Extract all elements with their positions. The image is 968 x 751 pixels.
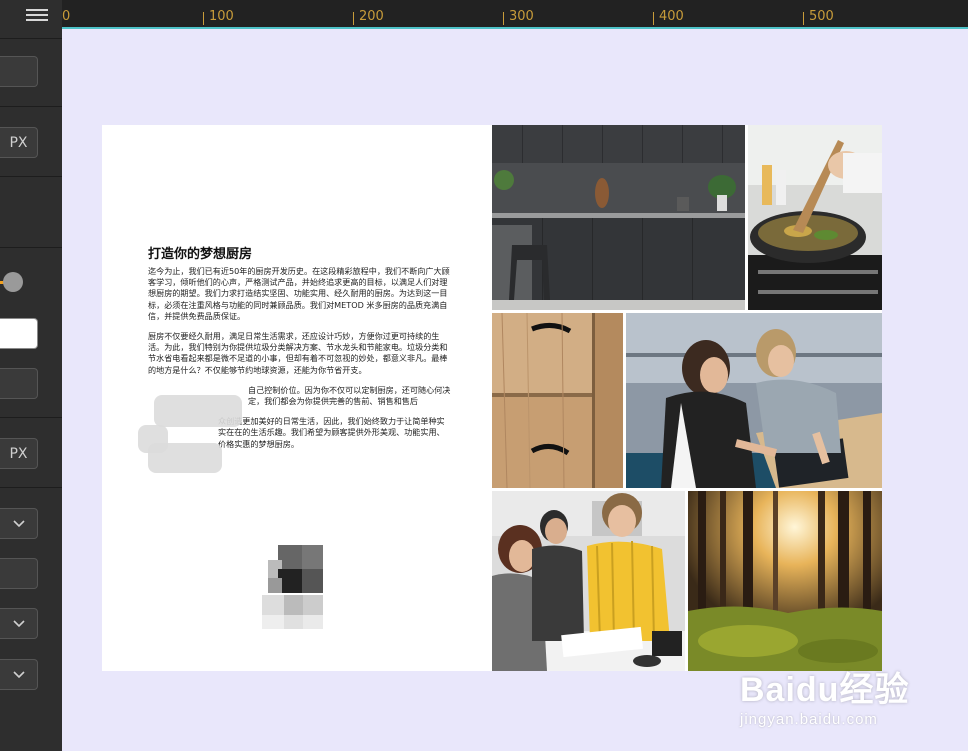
dropdown-2[interactable] xyxy=(0,608,38,639)
ruler-label: 200 xyxy=(359,9,384,24)
ruler-label: 300 xyxy=(509,9,534,24)
watermark-url: jingyan.baidu.com xyxy=(740,711,878,728)
unit-label: PX xyxy=(9,134,28,151)
redaction-blur xyxy=(154,395,242,427)
tool-sidebar: PX PX xyxy=(0,0,62,751)
dark-kitchen-photo[interactable] xyxy=(492,125,745,310)
paragraph: 迄今为止，我们已有近50年的厨房开发历史。在这段精彩旅程中，我们不断向广大顾客学… xyxy=(148,266,450,321)
two-women-tablet-photo[interactable] xyxy=(626,313,882,488)
watermark-brand: Baidu经验 xyxy=(740,671,910,709)
document-title: 打造你的梦想厨房 xyxy=(148,247,253,262)
ruler-tick xyxy=(353,12,354,25)
chevron-down-icon xyxy=(12,519,25,527)
redaction-blur xyxy=(148,443,222,473)
divider xyxy=(0,417,62,418)
wood-drawers-photo[interactable] xyxy=(492,313,623,488)
divider xyxy=(0,38,62,39)
ruler-label: 0 xyxy=(62,9,71,24)
chevron-down-icon xyxy=(12,670,25,678)
hamburger-menu-icon[interactable] xyxy=(26,6,48,24)
dropdown-3[interactable] xyxy=(0,659,38,690)
ruler-tick xyxy=(653,12,654,25)
store-consultation-photo[interactable] xyxy=(492,491,685,671)
divider xyxy=(0,487,62,488)
sunlit-forest-photo[interactable] xyxy=(688,491,882,671)
canvas-page[interactable]: 打造你的梦想厨房 迄今为止，我们已有近50年的厨房开发历史。在这段精彩旅程中，我… xyxy=(102,125,882,671)
option-input[interactable] xyxy=(0,368,38,399)
divider xyxy=(0,106,62,107)
ruler-label: 500 xyxy=(809,9,834,24)
slider-handle[interactable] xyxy=(3,272,23,292)
value-input[interactable] xyxy=(0,318,38,349)
baidu-watermark: Baidu经验 jingyan.baidu.com xyxy=(740,662,909,728)
dropdown-1[interactable] xyxy=(0,508,38,539)
ruler-tick xyxy=(203,12,204,25)
unit-select-top[interactable]: PX xyxy=(0,127,38,158)
chevron-down-icon xyxy=(12,619,25,627)
input-field[interactable] xyxy=(0,558,38,589)
ruler-label: 100 xyxy=(209,9,234,24)
ruler-label: 400 xyxy=(659,9,684,24)
ruler-tick xyxy=(803,12,804,25)
unit-label: PX xyxy=(9,445,28,462)
unit-select-bottom[interactable]: PX xyxy=(0,438,38,469)
horizontal-ruler[interactable]: 0 100 200 300 400 500 xyxy=(62,0,968,29)
width-input[interactable] xyxy=(0,56,38,87)
divider xyxy=(0,176,62,177)
ruler-tick xyxy=(503,12,504,25)
wok-cooking-photo[interactable] xyxy=(748,125,882,310)
paragraph: 厨房不仅要经久耐用，满足日常生活需求，还应设计巧妙，方便你过更可持续的生活。为此… xyxy=(148,331,448,375)
divider xyxy=(0,247,62,248)
